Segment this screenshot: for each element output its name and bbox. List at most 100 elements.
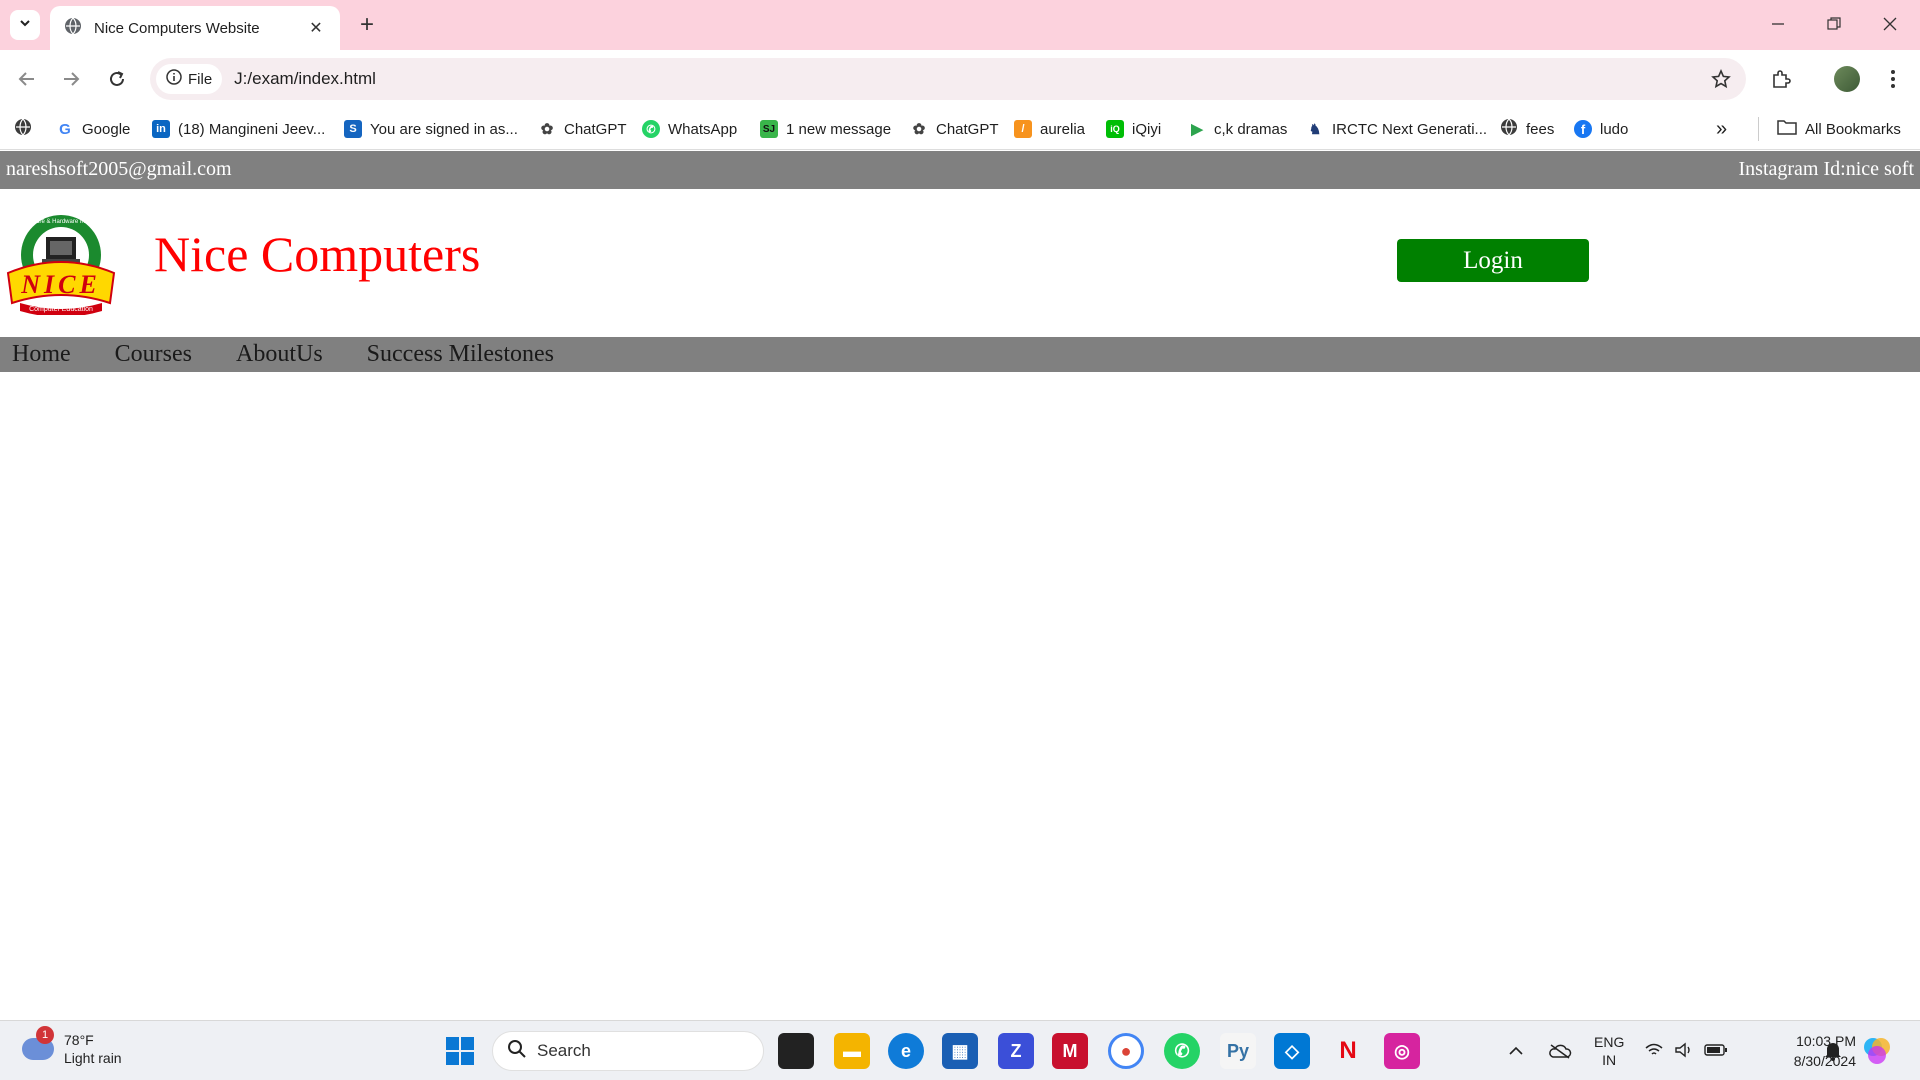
python-icon[interactable]: Py — [1220, 1033, 1256, 1069]
vscode-icon[interactable]: ◇ — [1274, 1033, 1310, 1069]
kebab-menu-icon[interactable] — [1878, 64, 1908, 94]
s-icon: S — [344, 120, 362, 138]
task-view-icon[interactable] — [778, 1033, 814, 1069]
weather-badge: 1 — [36, 1026, 54, 1044]
bookmark-fees[interactable]: fees — [1500, 108, 1554, 150]
login-button[interactable]: Login — [1397, 239, 1589, 282]
irctc-icon: ♞ — [1306, 120, 1324, 138]
linkedin-icon: in — [152, 120, 170, 138]
close-tab-icon[interactable]: ✕ — [306, 18, 326, 38]
nav-courses[interactable]: Courses — [115, 341, 192, 368]
bookmark-google[interactable]: G Google — [56, 108, 130, 150]
all-bookmarks-label: All Bookmarks — [1805, 120, 1901, 138]
google-icon: G — [56, 120, 74, 138]
nice-logo: NICE Computer Education Software & Hardw… — [6, 211, 116, 317]
site-info-chip[interactable]: File — [156, 64, 223, 94]
svg-text:NICE: NICE — [20, 270, 101, 299]
extensions-icon[interactable] — [1766, 64, 1796, 94]
site-nav-menu: Home Courses AboutUs Success Milestones — [0, 337, 1920, 372]
whatsapp-icon[interactable]: ✆ — [1164, 1033, 1200, 1069]
bookmark-label: Google — [82, 120, 131, 138]
site-header: NICE Computer Education Software & Hardw… — [0, 189, 1920, 337]
svg-text:Software & Hardware Institute: Software & Hardware Institute — [21, 219, 101, 225]
search-placeholder: Search — [537, 1041, 591, 1060]
sj-icon: SJ — [760, 120, 778, 138]
chrome-icon[interactable]: ● — [1108, 1033, 1144, 1069]
temperature: 78°F — [64, 1032, 94, 1048]
contact-strip: nareshsoft2005@gmail.com Instagram Id:ni… — [0, 151, 1920, 189]
bookmark-apps[interactable] — [14, 108, 32, 150]
battery-icon — [1704, 1043, 1728, 1060]
forward-button[interactable] — [56, 64, 86, 94]
edge-browser-icon[interactable]: e — [888, 1033, 924, 1069]
instagram-id: Instagram Id:nice soft — [1738, 158, 1915, 180]
bookmark-chatgpt-2[interactable]: ✿ ChatGPT — [910, 108, 999, 150]
chatgpt-icon: ✿ — [538, 120, 556, 138]
file-explorer-icon[interactable]: ▬ — [834, 1033, 870, 1069]
reload-button[interactable] — [102, 64, 132, 94]
bookmark-irctc[interactable]: ♞ IRCTC Next Generati... — [1306, 108, 1487, 150]
bookmark-aurelia[interactable]: / aurelia — [1014, 108, 1085, 150]
globe-icon — [1500, 118, 1518, 140]
back-button[interactable] — [12, 64, 42, 94]
netflix-icon[interactable]: N — [1330, 1033, 1366, 1069]
volume-icon — [1674, 1042, 1694, 1061]
info-icon — [166, 69, 182, 89]
notification-bell-icon[interactable] — [1824, 1021, 1842, 1080]
url-text[interactable]: J:/exam/index.html — [234, 69, 376, 89]
new-tab-button[interactable]: + — [352, 10, 382, 40]
bookmark-chatgpt[interactable]: ✿ ChatGPT — [538, 108, 627, 150]
bookmark-star-icon[interactable] — [1708, 66, 1734, 92]
system-status[interactable] — [1644, 1021, 1728, 1080]
bookmark-signed-in[interactable]: S You are signed in as... — [344, 108, 518, 150]
restore-button[interactable] — [1806, 8, 1862, 40]
play-icon: ▶ — [1188, 120, 1206, 138]
windows-start-button[interactable] — [442, 1033, 478, 1069]
all-bookmarks-button[interactable]: All Bookmarks — [1758, 117, 1901, 141]
profile-avatar[interactable] — [1832, 64, 1862, 94]
close-window-button[interactable] — [1862, 8, 1918, 40]
mcafee-icon[interactable]: M — [1052, 1033, 1088, 1069]
weather-widget[interactable]: 1 78°F Light rain — [22, 1026, 122, 1067]
minimize-button[interactable] — [1750, 8, 1806, 40]
app-icon[interactable]: Z — [998, 1033, 1034, 1069]
nav-success-milestones[interactable]: Success Milestones — [367, 341, 554, 368]
globe-icon — [14, 118, 32, 140]
bookmark-linkedin[interactable]: in (18) Mangineni Jeev... — [152, 108, 325, 150]
rain-cloud-icon: 1 — [22, 1026, 54, 1060]
browser-tab[interactable]: Nice Computers Website ✕ — [50, 6, 340, 50]
bookmark-ludo[interactable]: f ludo — [1574, 108, 1628, 150]
iqiyi-icon: iQ — [1106, 120, 1124, 138]
contact-email: nareshsoft2005@gmail.com — [6, 158, 232, 180]
bookmark-label: WhatsApp — [668, 120, 738, 138]
more-bookmarks-button[interactable]: » — [1716, 108, 1727, 150]
bookmark-label: 1 new message — [786, 120, 892, 138]
aurelia-icon: / — [1014, 120, 1032, 138]
microsoft-store-icon[interactable]: ▦ — [942, 1033, 978, 1069]
weather-condition: Light rain — [64, 1050, 122, 1066]
language-indicator[interactable]: ENG IN — [1594, 1021, 1624, 1080]
address-bar[interactable]: File J:/exam/index.html — [150, 58, 1746, 100]
onedrive-icon[interactable] — [1548, 1021, 1572, 1080]
search-icon — [507, 1039, 527, 1064]
instagram-icon[interactable]: ◎ — [1384, 1033, 1420, 1069]
chevron-down-icon — [18, 16, 32, 35]
bookmark-whatsapp[interactable]: ✆ WhatsApp — [642, 108, 737, 150]
bookmark-iqiyi[interactable]: iQ iQiyi — [1106, 108, 1161, 150]
url-scheme-label: File — [188, 70, 213, 88]
bookmark-label: ChatGPT — [564, 120, 627, 138]
bookmark-dramas[interactable]: ▶ c,k dramas — [1188, 108, 1287, 150]
bookmark-new-message[interactable]: SJ 1 new message — [760, 108, 891, 150]
copilot-icon[interactable] — [1862, 1021, 1892, 1080]
tab-search-button[interactable] — [10, 10, 40, 40]
nav-home[interactable]: Home — [12, 341, 71, 368]
show-hidden-icons[interactable] — [1508, 1021, 1524, 1080]
chevron-double-right-icon: » — [1716, 117, 1728, 140]
taskbar-search[interactable]: Search — [492, 1031, 764, 1071]
bookmark-label: You are signed in as... — [370, 120, 518, 138]
nav-about-us[interactable]: AboutUs — [236, 341, 323, 368]
globe-icon — [64, 17, 82, 40]
bookmark-label: fees — [1526, 120, 1555, 138]
bookmark-label: ludo — [1600, 120, 1629, 138]
tab-title: Nice Computers Website — [94, 19, 260, 37]
